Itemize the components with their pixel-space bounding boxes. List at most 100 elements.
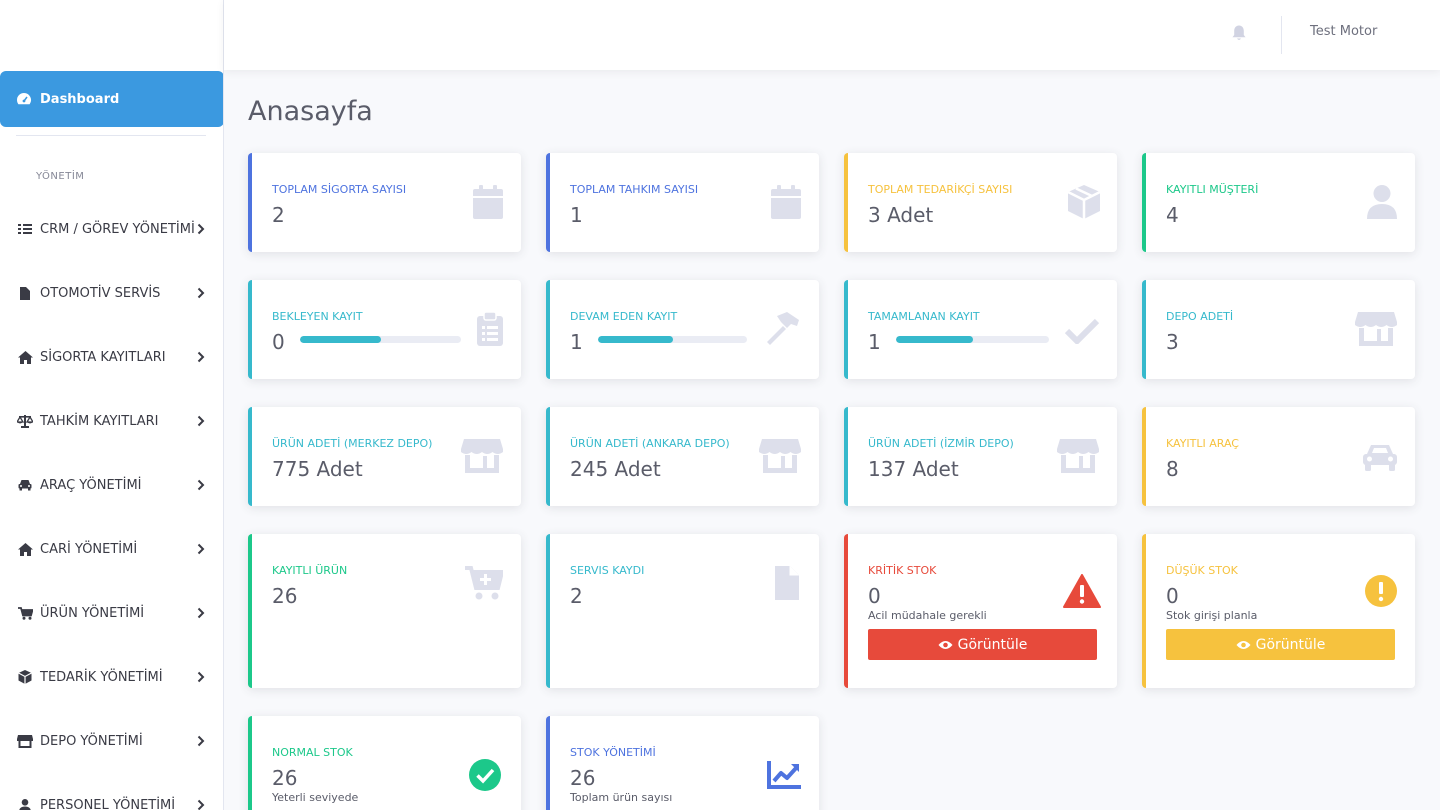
sidebar-item-tahkim[interactable]: TAHKİM KAYITLARI xyxy=(0,401,223,441)
card-label: SERVIS KAYDI xyxy=(570,564,645,577)
sidebar-item-cari[interactable]: CARİ YÖNETİMİ xyxy=(0,529,223,569)
exclamation-circle-icon xyxy=(1365,575,1397,611)
hammer-icon xyxy=(763,312,801,350)
sidebar-item-depo[interactable]: DEPO YÖNETİMİ xyxy=(0,721,223,761)
store-icon xyxy=(759,439,801,477)
card-label: KAYITLI MÜŞTERİ xyxy=(1166,183,1259,196)
clipboard-list-icon xyxy=(477,311,503,350)
card-kayitli-urun: KAYITLI ÜRÜN 26 xyxy=(248,534,521,688)
card-label: ÜRÜN ADETİ (İZMİR DEPO) xyxy=(868,437,1014,450)
progress-bar xyxy=(300,336,461,343)
cart-plus-icon xyxy=(465,566,505,604)
exclamation-triangle-icon xyxy=(1063,574,1101,612)
sidebar-item-label: CARİ YÖNETİMİ xyxy=(40,541,138,557)
sidebar-item-crm[interactable]: CRM / GÖREV YÖNETİMİ xyxy=(0,209,223,249)
progress-fill xyxy=(300,336,381,343)
card-label: TOPLAM TEDARİKÇİ SAYISI xyxy=(868,183,1013,196)
card-value: 4 xyxy=(1166,203,1179,227)
kritik-stok-view-button[interactable]: Görüntüle xyxy=(868,629,1097,660)
card-devam-eden-kayit: DEVAM EDEN KAYIT 1 xyxy=(546,280,819,379)
card-value: 137 Adet xyxy=(868,457,959,481)
chevron-right-icon xyxy=(196,799,206,810)
dusuk-stok-view-button[interactable]: Görüntüle xyxy=(1166,629,1395,660)
card-value: 0 xyxy=(272,330,285,354)
sidebar-item-label: TAHKİM KAYITLARI xyxy=(40,413,159,429)
sidebar-item-label: CRM / GÖREV YÖNETİMİ xyxy=(40,221,195,237)
card-label: DEVAM EDEN KAYIT xyxy=(570,310,678,323)
card-subtitle: Yeterli seviyede xyxy=(272,791,359,804)
card-value: 1 xyxy=(868,330,881,354)
sidebar-item-sigorta[interactable]: SİGORTA KAYITLARI xyxy=(0,337,223,377)
sidebar-heading: YÖNETİM xyxy=(36,171,85,182)
card-label: ÜRÜN ADETİ (ANKARA DEPO) xyxy=(570,437,730,450)
chevron-right-icon xyxy=(196,607,206,619)
card-value: 3 xyxy=(1166,330,1179,354)
card-value: 26 xyxy=(272,584,298,608)
card-urun-adeti-merkez: ÜRÜN ADETİ (MERKEZ DEPO) 775 Adet xyxy=(248,407,521,506)
card-kayitli-musteri: KAYITLI MÜŞTERİ 4 xyxy=(1142,153,1415,252)
card-label: TOPLAM SİGORTA SAYISI xyxy=(272,183,407,196)
card-value: 775 Adet xyxy=(272,457,363,481)
home-icon xyxy=(16,542,34,556)
card-stok-yonetimi: STOK YÖNETİMİ 26 Toplam ürün sayısı xyxy=(546,716,819,810)
progress-bar xyxy=(896,336,1049,343)
sidebar-item-dashboard[interactable]: Dashboard xyxy=(0,71,223,127)
card-subtitle: Acil müdahale gerekli xyxy=(868,609,987,622)
chart-line-icon xyxy=(767,761,801,793)
box-icon xyxy=(16,670,34,684)
card-label: STOK YÖNETİMİ xyxy=(570,746,656,759)
card-value: 1 xyxy=(570,330,583,354)
topbar: Test Motor xyxy=(224,0,1440,70)
user-icon xyxy=(1367,185,1397,223)
tachometer-icon xyxy=(17,93,31,105)
sidebar-item-personel[interactable]: PERSONEL YÖNETİMİ xyxy=(0,785,223,810)
eye-icon xyxy=(938,640,953,649)
sidebar-item-urun[interactable]: ÜRÜN YÖNETİMİ xyxy=(0,593,223,633)
card-bekleyen-kayit: BEKLEYEN KAYIT 0 xyxy=(248,280,521,379)
check-icon xyxy=(1064,318,1100,348)
card-value: 26 xyxy=(570,766,596,790)
sidebar-item-label: Dashboard xyxy=(40,91,120,107)
card-toplam-sigorta: TOPLAM SİGORTA SAYISI 2 xyxy=(248,153,521,252)
card-label: TAMAMLANAN KAYIT xyxy=(868,310,980,323)
card-servis-kaydi: SERVIS KAYDI 2 xyxy=(546,534,819,688)
button-label: Görüntüle xyxy=(1255,636,1326,653)
sidebar-item-arac[interactable]: ARAÇ YÖNETİMİ xyxy=(0,465,223,505)
chevron-right-icon xyxy=(196,671,206,683)
bell-icon[interactable] xyxy=(1230,24,1248,46)
chevron-right-icon xyxy=(196,735,206,747)
card-label: KAYITLI ÜRÜN xyxy=(272,564,348,577)
card-value: 0 xyxy=(868,584,881,608)
card-value: 8 xyxy=(1166,457,1179,481)
sidebar-item-label: ÜRÜN YÖNETİMİ xyxy=(40,605,145,621)
card-label: BEKLEYEN KAYIT xyxy=(272,310,363,323)
user-name[interactable]: Test Motor xyxy=(1310,24,1377,39)
calendar-icon xyxy=(473,185,503,223)
card-label: ÜRÜN ADETİ (MERKEZ DEPO) xyxy=(272,437,433,450)
card-tamamlanan-kayit: TAMAMLANAN KAYIT 1 xyxy=(844,280,1117,379)
card-value: 2 xyxy=(272,203,285,227)
chevron-right-icon xyxy=(196,351,206,363)
sidebar-item-tedarik[interactable]: TEDARİK YÖNETİMİ xyxy=(0,657,223,697)
progress-fill xyxy=(598,336,673,343)
chevron-right-icon xyxy=(196,415,206,427)
file-icon xyxy=(775,566,799,604)
sidebar-item-label: TEDARİK YÖNETİMİ xyxy=(40,669,163,685)
store-icon xyxy=(16,734,34,748)
sidebar-item-otomotiv-servis[interactable]: OTOMOTİV SERVİS xyxy=(0,273,223,313)
cart-icon xyxy=(16,606,34,620)
chevron-right-icon xyxy=(196,287,206,299)
card-depo-adeti: DEPO ADETİ 3 xyxy=(1142,280,1415,379)
card-dusuk-stok: DÜŞÜK STOK 0 Stok girişi planla Görüntül… xyxy=(1142,534,1415,688)
sidebar-divider xyxy=(16,135,206,136)
card-label: KRİTİK STOK xyxy=(868,564,937,577)
card-toplam-tahkim: TOPLAM TAHKIM SAYISI 1 xyxy=(546,153,819,252)
page-title: Anasayfa xyxy=(248,96,373,127)
card-value: 2 xyxy=(570,584,583,608)
card-label: DÜŞÜK STOK xyxy=(1166,564,1238,577)
card-normal-stok: NORMAL STOK 26 Yeterli seviyede xyxy=(248,716,521,810)
card-toplam-tedarikci: TOPLAM TEDARİKÇİ SAYISI 3 Adet xyxy=(844,153,1117,252)
tasks-icon xyxy=(16,223,34,235)
balance-scale-icon xyxy=(16,414,34,428)
eye-icon xyxy=(1236,640,1251,649)
